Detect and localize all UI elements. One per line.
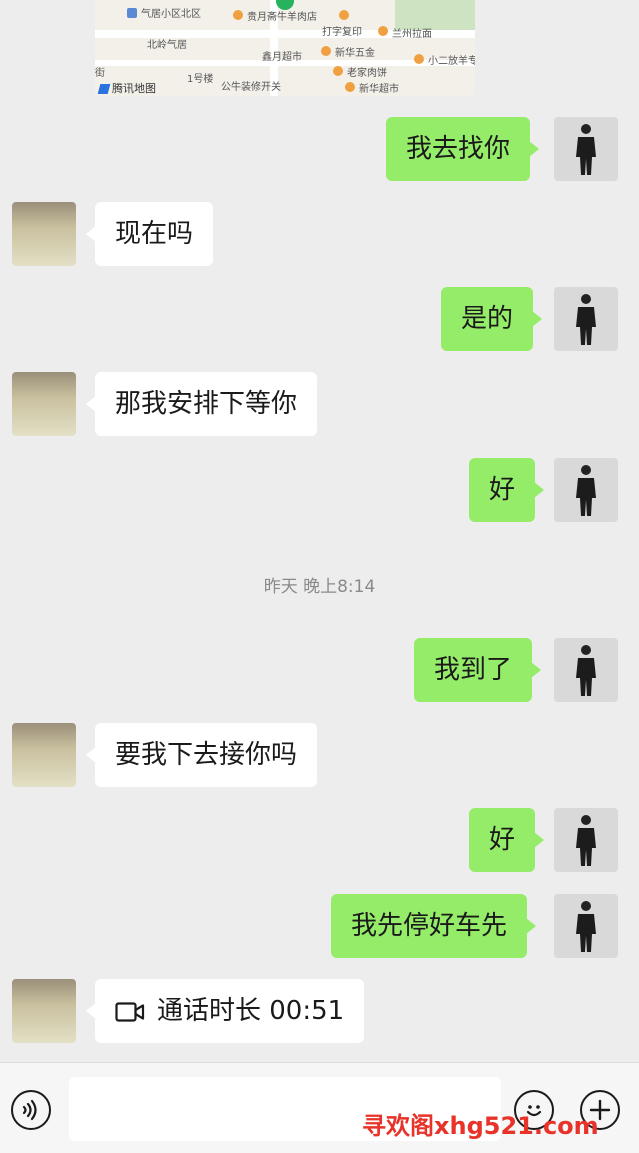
message-bubble-mine[interactable]: 我先停好车先 [331,894,537,958]
message-bubble-contact[interactable]: 要我下去接你吗 [85,723,318,787]
map-label: 贵月斋牛羊肉店 [247,12,317,23]
map-brand: 腾讯地图 [97,80,156,96]
my-avatar[interactable] [554,894,618,958]
map-label: 北岭气居 [147,40,187,51]
message-bubble-contact[interactable]: 现在吗 [85,202,214,266]
map-brand-text: 腾讯地图 [112,82,156,95]
map-label: 兰州拉面 [392,29,432,40]
message-bubble-mine[interactable]: 好 [469,808,545,872]
contact-avatar[interactable] [12,979,76,1043]
map-label: 街 [95,68,105,79]
contact-avatar[interactable] [12,202,76,266]
call-duration-text: 通话时长 00:51 [157,996,345,1026]
message-bubble-mine[interactable]: 我去找你 [386,117,540,181]
poi-icon [233,10,243,20]
call-record-bubble[interactable]: 通话时长 00:51 [85,979,365,1043]
map-label: 老家肉饼 [347,68,387,79]
message-bubble-contact[interactable]: 那我安排下等你 [85,372,318,436]
my-avatar[interactable] [554,458,618,522]
tencent-map-logo-icon [97,84,111,94]
video-call-icon [115,1001,145,1022]
message-bubble-mine[interactable]: 是的 [441,287,543,351]
poi-icon [321,46,331,56]
message-bubble-mine[interactable]: 我到了 [414,638,542,702]
poi-icon [127,8,137,18]
person-figure-icon [576,901,596,952]
person-figure-icon [576,294,596,345]
poi-icon [414,54,424,64]
contact-avatar[interactable] [12,723,76,787]
voice-button[interactable] [11,1090,51,1130]
poi-icon [333,66,343,76]
voice-icon [22,1099,37,1121]
poi-icon [339,10,349,20]
map-location-card[interactable]: 气居小区北区 贵月斋牛羊肉店 北岭气居 打字复印 兰州拉面 鑫月超市 新华五金 … [95,0,475,96]
map-label: 新华五金 [335,48,375,59]
map-label: 鑫月超市 [262,52,302,63]
chat-area: 气居小区北区 贵月斋牛羊肉店 北岭气居 打字复印 兰州拉面 鑫月超市 新华五金 … [0,0,639,1062]
my-avatar[interactable] [554,808,618,872]
watermark-text: 寻欢阁xhg521.com [362,1112,599,1140]
map-label: 气居小区北区 [141,9,201,20]
person-figure-icon [576,124,596,175]
map-label: 新华超市 [359,84,399,95]
person-figure-icon [576,465,596,516]
contact-avatar[interactable] [12,372,76,436]
map-label: 打字复印 [322,27,362,38]
map-label: 1号楼 [187,74,214,85]
poi-icon [378,26,388,36]
poi-icon [345,82,355,92]
person-figure-icon [576,815,596,866]
my-avatar[interactable] [554,117,618,181]
map-label: 公牛装修开关 [221,82,281,93]
my-avatar[interactable] [554,287,618,351]
message-timestamp: 昨天 晚上8:14 [263,577,376,597]
map-label: 小二放羊专卖 [428,56,475,67]
message-bubble-mine[interactable]: 好 [469,458,545,522]
my-avatar[interactable] [554,638,618,702]
person-figure-icon [576,645,596,696]
